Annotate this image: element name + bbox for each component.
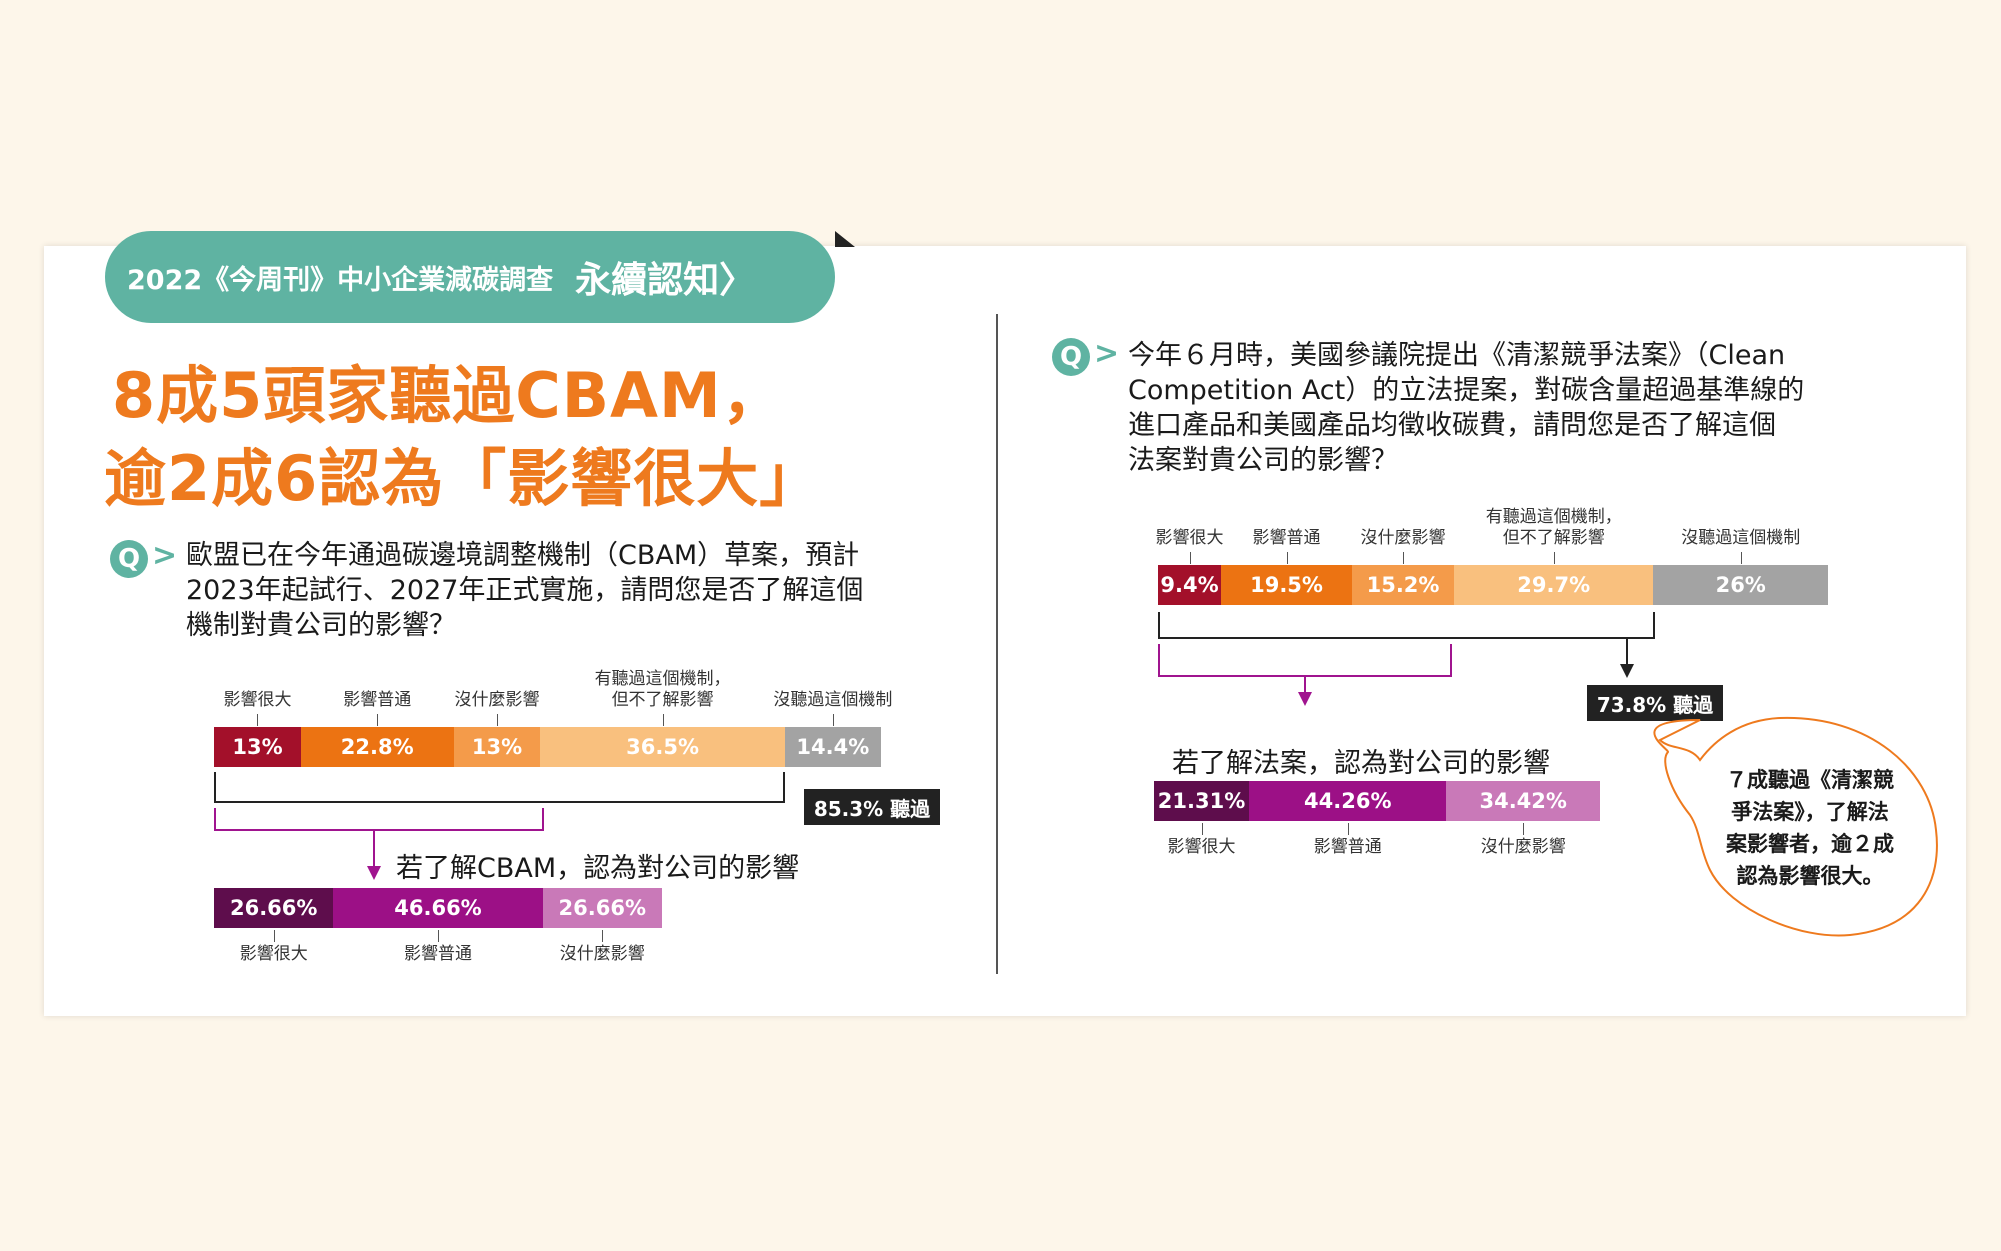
- right-callout-bubble: ７成聽過《清潔競 爭法案》，了解法 案影響者，逾２成 認為影響很大。: [1700, 764, 1920, 892]
- category-label: 影響普通: [343, 690, 412, 710]
- label-tick: [438, 930, 439, 942]
- bar-segment: 26.66%: [542, 888, 662, 928]
- category-label: 影響普通: [1313, 837, 1382, 857]
- category-label: 影響普通: [404, 944, 472, 964]
- category-label: 沒什麼影響: [559, 944, 645, 964]
- label-tick: [1523, 823, 1525, 835]
- label-tick: [602, 930, 604, 942]
- category-label: 影響很大: [1155, 528, 1224, 548]
- label-tick: [1189, 552, 1191, 564]
- label-tick: [1403, 552, 1405, 564]
- bar-segment: 26.66%: [214, 888, 334, 928]
- bar-segment: 9.4%: [1158, 565, 1222, 605]
- bar-segment: 26%: [1653, 565, 1828, 605]
- bar-segment: 13%: [214, 727, 301, 767]
- label-tick: [1740, 552, 1742, 564]
- bar-segment: 29.7%: [1454, 565, 1654, 605]
- bar-segment: 15.2%: [1352, 565, 1455, 605]
- label-tick: [1553, 552, 1555, 564]
- label-tick: [273, 930, 275, 942]
- label-tick: [257, 714, 259, 726]
- bar-segment: 22.8%: [300, 727, 454, 767]
- callout-line: 認為影響很大。: [1736, 864, 1884, 888]
- bar-segment: 13%: [453, 727, 541, 767]
- bar-segment: 19.5%: [1221, 565, 1352, 605]
- label-tick: [1286, 552, 1288, 564]
- bar-segment: 46.66%: [333, 888, 543, 928]
- category-label: 沒什麼影響: [1360, 528, 1446, 548]
- bar-segment: 44.26%: [1249, 781, 1447, 821]
- category-label: 沒什麼影響: [1480, 837, 1566, 857]
- bar-segment: 14.4%: [784, 727, 881, 767]
- category-label: 沒什麼影響: [454, 690, 540, 710]
- callout-line: 爭法案》，了解法: [1731, 800, 1889, 824]
- category-label: 影響普通: [1252, 528, 1321, 548]
- bar-segment: 36.5%: [540, 727, 785, 767]
- bar-segment: 21.31%: [1154, 781, 1250, 821]
- label-tick: [1201, 823, 1203, 835]
- callout-line: 案影響者，逾２成: [1726, 832, 1894, 856]
- label-tick: [832, 714, 834, 726]
- label-tick: [496, 714, 498, 726]
- category-label: 影響很大: [223, 690, 292, 710]
- callout-line: ７成聽過《清潔競: [1726, 768, 1894, 792]
- category-label: 影響很大: [239, 944, 308, 964]
- category-label: 有聽過這個機制， 但不了解影響: [594, 669, 731, 710]
- category-label: 沒聽過這個機制: [773, 690, 893, 710]
- category-label: 沒聽過這個機制: [1681, 528, 1801, 548]
- label-tick: [1347, 823, 1349, 835]
- bar-segment: 34.42%: [1446, 781, 1600, 821]
- category-label: 有聽過這個機制， 但不了解影響: [1485, 507, 1622, 548]
- label-tick: [377, 714, 379, 726]
- label-tick: [662, 714, 664, 726]
- bracket-lines: [214, 612, 1938, 937]
- category-label: 影響很大: [1167, 837, 1236, 857]
